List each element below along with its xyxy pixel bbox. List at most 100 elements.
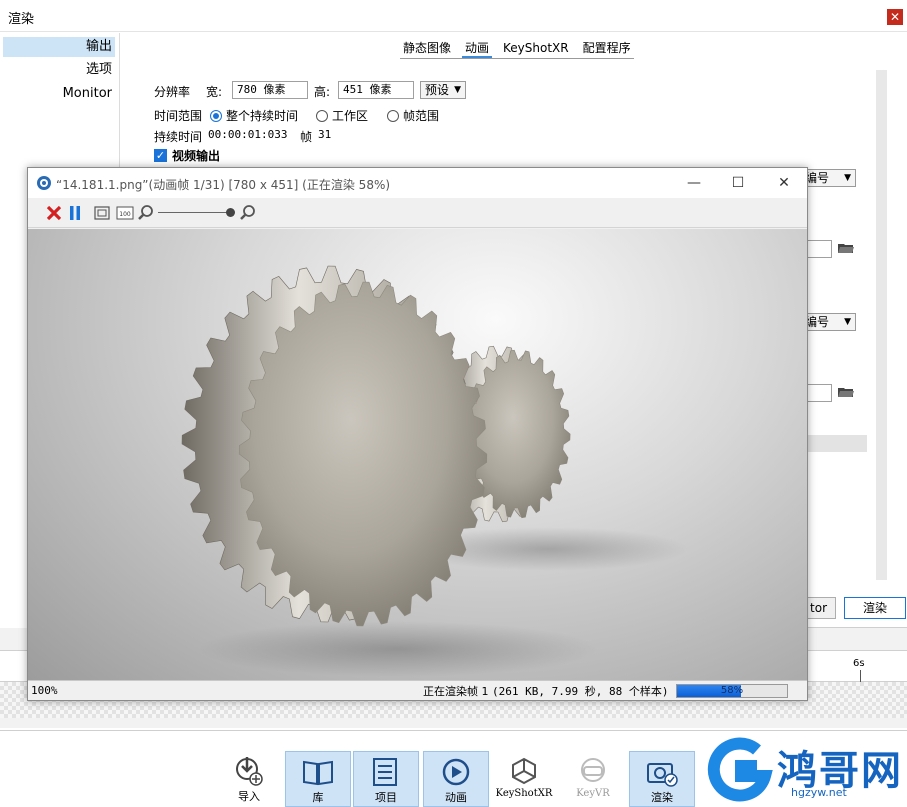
animation-button[interactable]: 动画 xyxy=(423,751,489,807)
numbering-select-1[interactable]: 编号 ▼ xyxy=(800,169,856,187)
actual-size-icon[interactable]: 100 xyxy=(116,204,134,222)
library-book-icon xyxy=(303,760,333,786)
minimize-button[interactable]: — xyxy=(683,172,705,194)
folder-icon[interactable] xyxy=(838,242,854,254)
keyshotxr-button-label: KeyShotXR xyxy=(495,788,553,799)
timeline-tick-mark xyxy=(860,670,861,682)
render-toolbar-button-label: 渲染 xyxy=(651,791,673,804)
render-toolbar-button[interactable]: 渲染 xyxy=(629,751,695,807)
numbering-select-2-label: 编号 xyxy=(805,315,830,329)
radio-entire-duration[interactable]: 整个持续时间 xyxy=(210,107,298,124)
preview-statusbar: 100% 正在渲染帧 1 (261 KB, 7.99 秒, 88 个样本) 58… xyxy=(28,680,807,700)
keyvr-button-label: KeyVR xyxy=(576,788,610,799)
height-label: 高: xyxy=(314,85,331,99)
height-input[interactable]: 451 像素 xyxy=(338,81,414,99)
chevron-down-icon: ▼ xyxy=(844,173,851,183)
animation-play-icon xyxy=(442,758,470,786)
radio-frame-range[interactable]: 帧范围 xyxy=(387,107,439,124)
large-gear xyxy=(181,265,488,627)
render-status-prefix: 正在渲染帧 1 xyxy=(423,685,489,698)
keyvr-headset-icon xyxy=(581,758,605,782)
render-dialog-titlebar: 渲染 ✕ xyxy=(0,0,907,32)
render-preview-window: “14.181.1.png”(动画帧 1/31) [780 x 451] (正在… xyxy=(27,167,808,701)
folder-icon[interactable] xyxy=(838,386,854,398)
project-button-label: 项目 xyxy=(375,791,397,804)
duration-label: 持续时间 xyxy=(154,130,203,144)
library-button-label: 库 xyxy=(312,791,324,804)
gear-render-image xyxy=(181,265,688,677)
video-output-checkbox[interactable]: ✓ 视频输出 xyxy=(154,147,220,164)
width-label: 宽: xyxy=(206,85,223,99)
render-status: 正在渲染帧 1 (261 KB, 7.99 秒, 88 个样本) xyxy=(423,683,668,699)
tab-animation[interactable]: 动画 xyxy=(462,39,493,58)
watermark-url: hgzyw.net xyxy=(791,786,847,799)
library-button[interactable]: 库 xyxy=(285,751,351,807)
radio-selected-icon xyxy=(210,109,222,122)
settings-section-divider xyxy=(806,435,867,452)
width-input[interactable]: 780 像素 xyxy=(232,81,308,99)
chevron-down-icon: ▼ xyxy=(844,317,851,327)
numbering-select-1-label: 编号 xyxy=(805,171,830,185)
radio-unselected-icon xyxy=(387,109,399,122)
sidebar-item-options[interactable]: 选项 xyxy=(3,60,115,80)
project-list-icon xyxy=(373,758,397,786)
zoom-level: 100% xyxy=(31,684,58,697)
actual-size-label: 100 xyxy=(119,211,131,218)
radio-work-area[interactable]: 工作区 xyxy=(316,107,368,124)
render-progress-label: 58% xyxy=(720,685,744,696)
radio-work-area-label: 工作区 xyxy=(332,109,369,123)
keyshot-app-icon xyxy=(37,176,51,190)
zoom-in-icon[interactable] xyxy=(240,204,256,222)
pause-icon[interactable] xyxy=(68,204,82,222)
keyshotxr-cube-icon xyxy=(512,757,536,785)
preset-select[interactable]: 预设 ▼ xyxy=(420,81,466,99)
checkmark-icon: ✓ xyxy=(154,149,167,162)
preview-title: “14.181.1.png”(动画帧 1/31) [780 x 451] (正在… xyxy=(56,178,391,192)
render-status-detail: (261 KB, 7.99 秒, 88 个样本) xyxy=(492,685,669,698)
zoom-out-icon[interactable] xyxy=(138,204,154,222)
fit-icon[interactable] xyxy=(94,204,110,222)
duration-value: 00:00:01:033 xyxy=(208,128,288,141)
render-camera-icon xyxy=(647,763,678,787)
timeline-tick-label: 6s xyxy=(853,658,865,669)
video-output-label: 视频输出 xyxy=(172,149,221,163)
tab-still-image[interactable]: 静态图像 xyxy=(400,39,454,58)
preset-select-label: 预设 xyxy=(425,83,450,97)
tab-keyshotxr[interactable]: KeyShotXR xyxy=(500,39,572,58)
tab-configurator[interactable]: 配置程序 xyxy=(580,39,634,58)
numbering-select-2[interactable]: 编号 ▼ xyxy=(800,313,856,331)
render-dialog-close-button[interactable]: ✕ xyxy=(887,9,903,25)
import-button[interactable]: 导入 xyxy=(216,751,282,807)
radio-entire-duration-label: 整个持续时间 xyxy=(226,109,299,123)
frame-count-label: 帧 xyxy=(300,130,313,144)
sidebar-item-monitor[interactable]: Monitor xyxy=(3,84,115,104)
render-viewport[interactable] xyxy=(28,229,807,680)
radio-unselected-icon xyxy=(316,109,328,122)
stop-icon[interactable] xyxy=(46,204,62,222)
zoom-slider[interactable] xyxy=(158,212,230,213)
frame-count-value: 31 xyxy=(318,128,332,141)
keyvr-button[interactable]: KeyVR xyxy=(560,751,626,807)
resolution-label: 分辨率 xyxy=(154,85,191,99)
render-tabs: 静态图像 动画 KeyShotXR 配置程序 xyxy=(400,39,634,59)
preview-titlebar: “14.181.1.png”(动画帧 1/31) [780 x 451] (正在… xyxy=(28,168,807,198)
time-range-label: 时间范围 xyxy=(154,109,203,123)
radio-frame-range-label: 帧范围 xyxy=(403,109,440,123)
render-dialog-title: 渲染 xyxy=(8,12,35,27)
preview-toolbar: 100 xyxy=(28,198,807,228)
animation-button-label: 动画 xyxy=(445,791,467,804)
project-button[interactable]: 项目 xyxy=(353,751,419,807)
sidebar-item-output[interactable]: 输出 xyxy=(3,37,115,57)
render-button[interactable]: 渲染 xyxy=(844,597,906,619)
keyshotxr-button[interactable]: KeyShotXR xyxy=(491,751,557,807)
watermark-g-icon xyxy=(707,737,773,802)
import-icon xyxy=(236,757,263,786)
zoom-slider-thumb[interactable] xyxy=(226,208,235,217)
watermark-logo: 鸿哥网 hgzyw.net xyxy=(705,736,907,804)
import-button-label: 导入 xyxy=(238,790,260,803)
maximize-button[interactable]: ☐ xyxy=(727,172,749,194)
settings-scrollbar[interactable] xyxy=(876,70,887,580)
render-progress-bar: 58% xyxy=(676,684,788,698)
close-button[interactable]: ✕ xyxy=(773,172,795,194)
chevron-down-icon: ▼ xyxy=(454,85,461,95)
